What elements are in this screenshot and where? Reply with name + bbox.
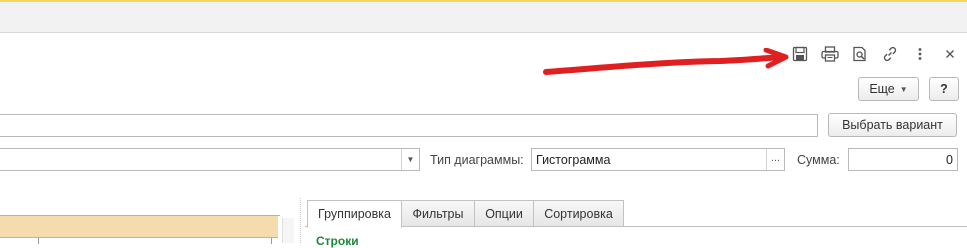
chevron-down-icon: ▼ [899, 84, 908, 94]
tab-grouping[interactable]: Группировка [307, 200, 402, 228]
period-select[interactable]: ▼ [0, 148, 420, 171]
tab-filters[interactable]: Фильтры [401, 200, 475, 227]
annotation-arrow [543, 48, 789, 75]
chart-type-select-label: ... [770, 151, 781, 164]
top-accent-line [0, 0, 967, 2]
sum-label: Сумма: [797, 153, 840, 167]
chart-type-label: Тип диаграммы: [430, 153, 524, 167]
print-icon[interactable] [820, 44, 840, 64]
chevron-down-icon: ▼ [406, 155, 415, 164]
link-icon[interactable] [880, 44, 900, 64]
chart-type-value: Гистограмма [536, 152, 611, 167]
tab-options[interactable]: Опции [474, 200, 534, 227]
close-icon[interactable] [940, 44, 960, 64]
select-variant-button[interactable]: Выбрать вариант [828, 113, 957, 137]
sum-value: 0 [946, 152, 953, 167]
tab-sorting[interactable]: Сортировка [533, 200, 624, 227]
variant-input[interactable] [0, 114, 818, 137]
window-top-strip [0, 0, 967, 33]
more-icon[interactable] [910, 44, 930, 64]
table-scrollbar[interactable] [282, 218, 294, 243]
tab-panel [305, 226, 967, 243]
preview-icon[interactable] [850, 44, 870, 64]
help-button-label: ? [940, 82, 948, 96]
panel-splitter[interactable] [300, 198, 301, 243]
more-button[interactable]: Еще ▼ [858, 77, 919, 101]
tab-filters-label: Фильтры [412, 206, 464, 221]
period-dropdown-button[interactable]: ▼ [401, 149, 419, 170]
report-table [0, 215, 280, 244]
help-button[interactable]: ? [929, 77, 959, 101]
chart-type-select-button[interactable]: ... [766, 149, 784, 170]
tab-grouping-label: Группировка [318, 207, 391, 221]
tab-options-label: Опции [485, 206, 523, 221]
more-button-label: Еще [869, 82, 895, 96]
chart-type-field[interactable]: Гистограмма ... [531, 148, 785, 171]
tab-sorting-label: Сортировка [544, 206, 613, 221]
save-icon[interactable] [790, 44, 810, 64]
rows-section-label: Строки [316, 234, 359, 248]
select-variant-label: Выбрать вариант [842, 118, 943, 132]
table-column-divider [38, 238, 39, 244]
table-header [0, 216, 278, 238]
sum-field[interactable]: 0 [848, 148, 958, 171]
table-column-divider [271, 238, 272, 244]
